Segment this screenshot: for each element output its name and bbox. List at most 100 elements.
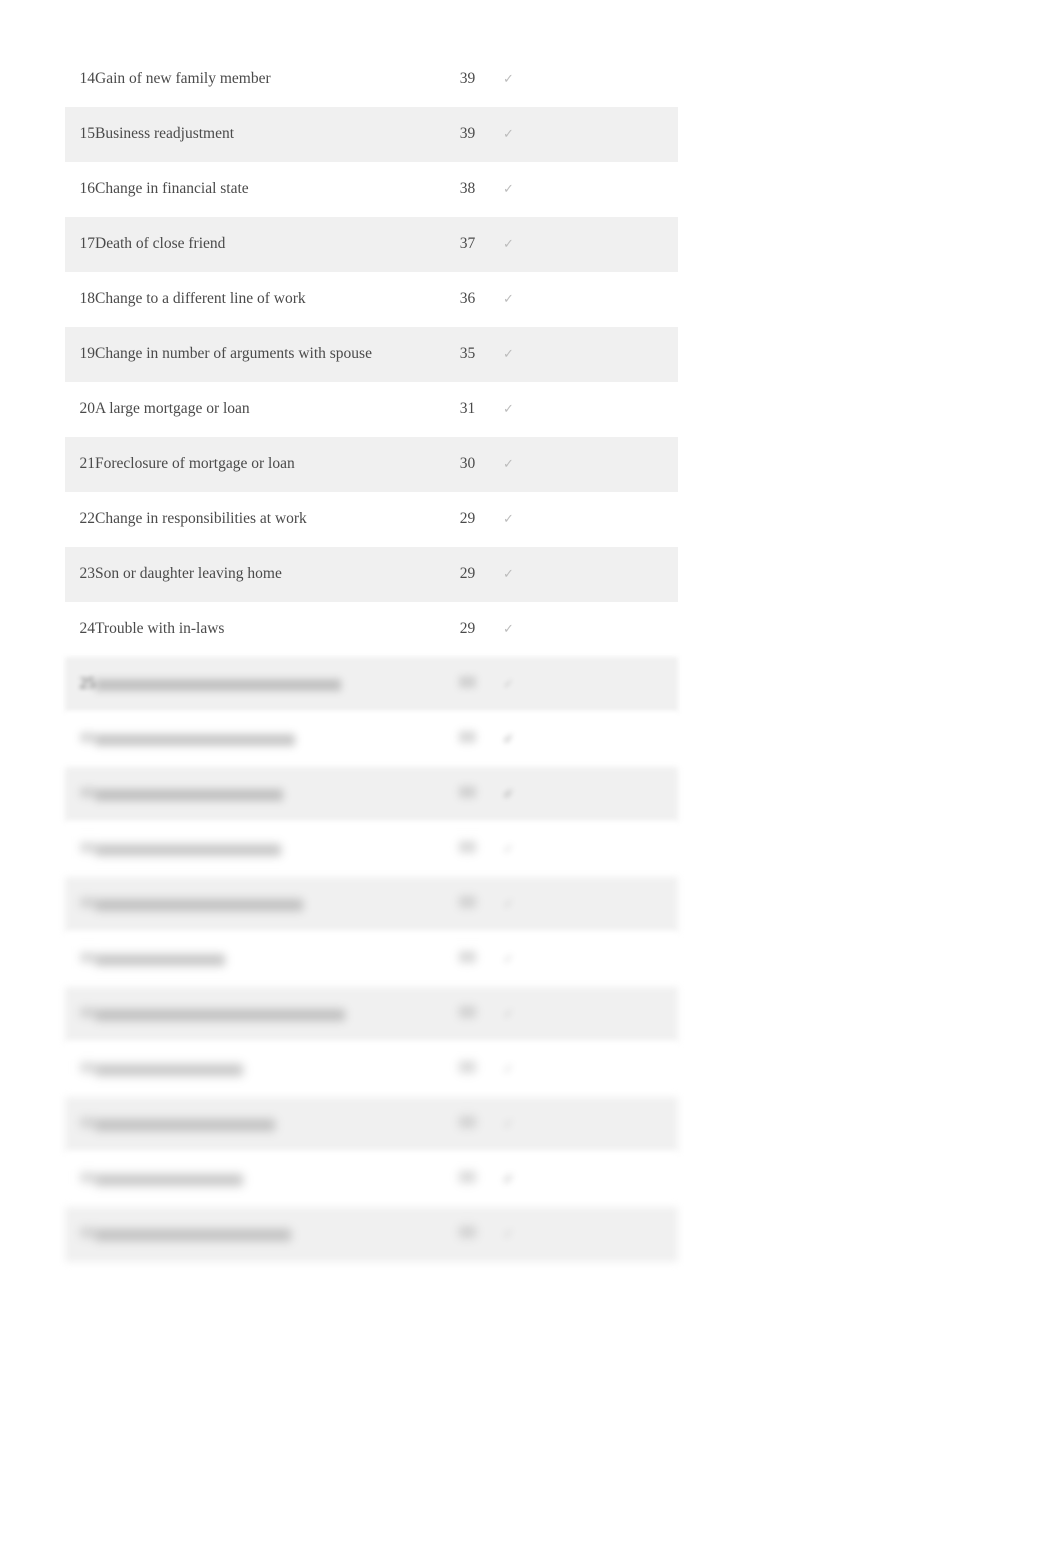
redacted-life-event (95, 953, 225, 966)
score-cell: 30 (459, 455, 476, 473)
row-index-cell: 14 (79, 70, 96, 88)
checkbox-icon[interactable]: ✓ (503, 182, 514, 195)
redacted-row-index (80, 897, 95, 909)
table-row[interactable]: 14 Gain of new family member 39 ✓ (65, 52, 678, 107)
checkbox-icon[interactable]: ✓ (503, 622, 514, 635)
table-row[interactable]: 17 Death of close friend 37 ✓ (65, 217, 678, 272)
checkbox-icon[interactable]: ✓ (503, 72, 514, 85)
table-row[interactable]: 20 A large mortgage or loan 31 ✓ (65, 382, 678, 437)
checkbox-cell[interactable]: ✓ (503, 1042, 678, 1097)
checkbox-icon[interactable]: ✓ (503, 512, 514, 525)
table-row[interactable]: 15 Business readjustment 39 ✓ (65, 107, 678, 162)
checkbox-checked-icon[interactable]: ✓ (503, 1172, 514, 1185)
checkbox-icon[interactable]: ✓ (503, 677, 514, 690)
table-row[interactable]: 22 Change in responsibilities at work 29 ✓ (65, 492, 678, 547)
checkbox-icon[interactable]: ✓ (503, 952, 514, 965)
checkbox-cell[interactable]: ✓ (503, 1097, 678, 1152)
checkbox-icon[interactable]: ✓ (503, 1007, 514, 1020)
redacted-score (459, 896, 476, 909)
checkbox-icon[interactable]: ✓ (503, 1117, 514, 1130)
checkbox-checked-icon[interactable]: ✓ (503, 732, 514, 745)
checkbox-cell[interactable]: ✓ (503, 767, 678, 822)
checkbox-icon[interactable]: ✓ (503, 1227, 514, 1240)
table-row[interactable]: 21 Foreclosure of mortgage or loan 30 ✓ (65, 437, 678, 492)
table-row[interactable]: 25 ✓ (65, 657, 678, 712)
document-page: 14 Gain of new family member 39 ✓ 15 Business… (0, 0, 1062, 1561)
score-cell: 39 (459, 125, 476, 143)
redacted-score (459, 1226, 476, 1239)
life-event-cell (95, 767, 432, 822)
redacted-row-index (80, 1117, 95, 1129)
checkbox-cell[interactable]: ✓ (503, 107, 678, 162)
checkbox-cell[interactable]: ✓ (503, 437, 678, 492)
table-row[interactable]: ✓ (65, 932, 678, 987)
checkbox-icon[interactable]: ✓ (503, 127, 514, 140)
table-row[interactable]: ✓ (65, 1152, 678, 1207)
checkbox-icon[interactable]: ✓ (503, 1062, 514, 1075)
checkbox-icon[interactable]: ✓ (503, 402, 514, 415)
table-row[interactable]: 23 Son or daughter leaving home 29 ✓ (65, 547, 678, 602)
score-cell: 29 (459, 510, 476, 528)
checkbox-cell[interactable]: ✓ (503, 162, 678, 217)
checkbox-cell[interactable]: ✓ (503, 492, 678, 547)
checkbox-cell[interactable]: ✓ (503, 327, 678, 382)
row-index-cell: 15 (79, 125, 96, 143)
redacted-score (459, 951, 476, 964)
checkbox-icon[interactable]: ✓ (503, 237, 514, 250)
checkbox-icon[interactable]: ✓ (503, 567, 514, 580)
checkbox-cell[interactable]: ✓ (503, 712, 678, 767)
redacted-row-index (80, 1172, 95, 1184)
life-event-cell: Business readjustment (95, 125, 235, 143)
checkbox-icon[interactable]: ✓ (503, 457, 514, 470)
row-index-cell (65, 1207, 95, 1262)
table-row[interactable]: ✓ (65, 712, 678, 767)
life-event-cell: Change in responsibilities at work (95, 510, 307, 528)
table-row[interactable]: ✓ (65, 1097, 678, 1152)
checkbox-cell[interactable]: ✓ (503, 657, 678, 712)
redacted-row-index (80, 1007, 95, 1019)
score-cell (432, 987, 503, 1042)
checkbox-cell[interactable]: ✓ (503, 547, 678, 602)
table-row[interactable]: ✓ (65, 822, 678, 877)
table-row[interactable]: ✓ (65, 987, 678, 1042)
table-row[interactable]: 16 Change in financial state 38 ✓ (65, 162, 678, 217)
checkbox-cell[interactable]: ✓ (503, 987, 678, 1042)
checkbox-checked-icon[interactable]: ✓ (503, 787, 514, 800)
table-row[interactable]: 19 Change in number of arguments with spo… (65, 327, 678, 382)
checkbox-icon[interactable]: ✓ (503, 347, 514, 360)
checkbox-cell[interactable]: ✓ (503, 382, 678, 437)
checkbox-cell[interactable]: ✓ (503, 877, 678, 932)
redacted-life-event (95, 1228, 291, 1241)
score-cell (432, 1042, 503, 1097)
redacted-life-event (95, 1008, 345, 1021)
checkbox-cell[interactable]: ✓ (503, 52, 678, 107)
life-event-cell: Change to a different line of work (95, 290, 306, 308)
checkbox-cell[interactable]: ✓ (503, 932, 678, 987)
checkbox-icon[interactable]: ✓ (503, 292, 514, 305)
table-row[interactable]: ✓ (65, 1207, 678, 1262)
score-cell (432, 877, 503, 932)
checkbox-icon[interactable]: ✓ (503, 897, 514, 910)
life-event-cell (95, 1207, 432, 1262)
checkbox-cell[interactable]: ✓ (503, 602, 678, 657)
table-row[interactable]: 18 Change to a different line of work 36 ✓ (65, 272, 678, 327)
life-event-cell (95, 712, 432, 767)
table-row[interactable]: ✓ (65, 1042, 678, 1097)
life-event-cell (95, 1097, 432, 1152)
table-row[interactable]: ✓ (65, 767, 678, 822)
redacted-life-event (95, 1063, 243, 1076)
table-row[interactable]: 24 Trouble with in-laws 29 ✓ (65, 602, 678, 657)
stress-inventory-table: 14 Gain of new family member 39 ✓ 15 Business… (65, 52, 678, 1262)
checkbox-cell[interactable]: ✓ (503, 217, 678, 272)
redacted-life-event (95, 1118, 275, 1131)
life-event-cell (95, 822, 432, 877)
row-index-cell: 18 (79, 290, 96, 308)
checkbox-cell[interactable]: ✓ (503, 1207, 678, 1262)
checkbox-icon[interactable]: ✓ (503, 842, 514, 855)
checkbox-cell[interactable]: ✓ (503, 1152, 678, 1207)
table-row[interactable]: ✓ (65, 877, 678, 932)
checkbox-cell[interactable]: ✓ (503, 272, 678, 327)
redacted-life-event (95, 733, 295, 746)
checkbox-cell[interactable]: ✓ (503, 822, 678, 877)
redacted-row-index (80, 1227, 95, 1239)
